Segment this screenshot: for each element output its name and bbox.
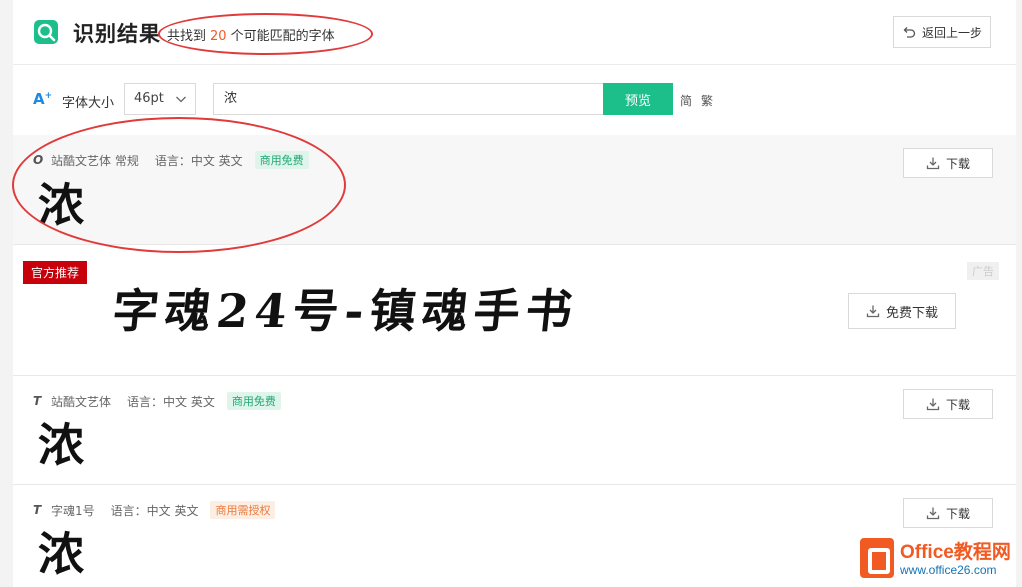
font-language: 语言：中文 英文 bbox=[154, 153, 243, 168]
watermark-url: www.office26.com bbox=[900, 563, 997, 577]
opentype-icon: O bbox=[33, 153, 44, 167]
font-name[interactable]: 站酷文艺体 bbox=[51, 393, 111, 410]
undo-icon bbox=[903, 27, 916, 38]
preview-toolbar: A+ 字体大小 46pt 浓 预览 简 繁 bbox=[13, 65, 1016, 135]
download-button[interactable]: 下载 bbox=[903, 389, 993, 419]
font-glyph-preview: 浓 bbox=[38, 527, 84, 581]
download-icon bbox=[866, 305, 880, 318]
preview-button[interactable]: 预览 bbox=[603, 83, 673, 115]
result-summary: 共找到 20 个可能匹配的字体 bbox=[167, 25, 335, 44]
ad-label: 广告 bbox=[967, 262, 999, 280]
download-icon bbox=[926, 507, 940, 520]
summary-suffix: 个可能匹配的字体 bbox=[230, 29, 335, 44]
results-panel: 识别结果 共找到 20 个可能匹配的字体 返回上一步 A+ 字体大小 46pt 浓 … bbox=[13, 0, 1016, 587]
office-logo-icon bbox=[860, 538, 894, 578]
download-label: 下载 bbox=[945, 156, 970, 171]
font-size-select[interactable]: 46pt bbox=[124, 83, 196, 115]
watermark-title: Office教程网 bbox=[900, 542, 1011, 563]
result-count: 20 bbox=[210, 29, 227, 44]
ad-font-preview[interactable]: 字魂24号-镇魂手书 bbox=[110, 275, 582, 341]
watermark: Office教程网 www.office26.com bbox=[860, 535, 1020, 585]
summary-prefix: 共找到 bbox=[167, 29, 207, 44]
download-label: 下载 bbox=[945, 397, 970, 412]
traditional-toggle[interactable]: 繁 bbox=[701, 92, 713, 109]
download-label: 下载 bbox=[945, 506, 970, 521]
license-badge: 商用需授权 bbox=[210, 501, 276, 519]
preview-text-input[interactable]: 浓 bbox=[213, 83, 604, 115]
font-size-value: 46pt bbox=[134, 91, 164, 106]
truetype-icon: T bbox=[33, 503, 42, 517]
download-icon bbox=[926, 398, 940, 411]
font-glyph-preview: 浓 bbox=[38, 418, 84, 472]
page-header: 识别结果 共找到 20 个可能匹配的字体 返回上一步 bbox=[13, 0, 1016, 65]
free-download-label: 免费下载 bbox=[885, 305, 938, 321]
download-button[interactable]: 下载 bbox=[903, 148, 993, 178]
font-meta: O 站酷文艺体 常规 语言：中文 英文 商用免费 bbox=[33, 151, 309, 169]
ad-row: 官方推荐 广告 字魂24号-镇魂手书 免费下载 bbox=[13, 245, 1016, 376]
font-language: 语言：中文 英文 bbox=[127, 394, 215, 409]
search-result-icon bbox=[34, 20, 58, 44]
font-name[interactable]: 站酷文艺体 常规 bbox=[51, 152, 139, 169]
font-name[interactable]: 字魂1号 bbox=[51, 502, 95, 519]
font-result-row: O 站酷文艺体 常规 语言：中文 英文 商用免费 浓 下载 bbox=[13, 135, 1016, 245]
chevron-down-icon bbox=[176, 96, 186, 103]
font-meta: T 字魂1号 语言：中文 英文 商用需授权 bbox=[33, 501, 276, 519]
font-glyph-preview: 浓 bbox=[38, 178, 84, 232]
license-badge: 商用免费 bbox=[254, 151, 309, 169]
font-language: 语言：中文 英文 bbox=[110, 503, 199, 518]
back-button[interactable]: 返回上一步 bbox=[893, 16, 991, 48]
license-badge: 商用免费 bbox=[226, 392, 281, 410]
simplified-toggle[interactable]: 简 bbox=[680, 92, 692, 109]
page-title: 识别结果 bbox=[73, 22, 161, 46]
back-button-label: 返回上一步 bbox=[921, 25, 982, 40]
truetype-icon: T bbox=[33, 394, 42, 408]
font-result-row: T 站酷文艺体 语言：中文 英文 商用免费 浓 下载 bbox=[13, 376, 1016, 485]
font-size-icon: A+ bbox=[33, 90, 53, 108]
free-download-button[interactable]: 免费下载 bbox=[848, 293, 956, 329]
font-size-label: 字体大小 bbox=[62, 96, 115, 111]
download-button[interactable]: 下载 bbox=[903, 498, 993, 528]
font-meta: T 站酷文艺体 语言：中文 英文 商用免费 bbox=[33, 392, 281, 410]
official-recommend-tag: 官方推荐 bbox=[23, 261, 88, 284]
download-icon bbox=[926, 157, 940, 170]
